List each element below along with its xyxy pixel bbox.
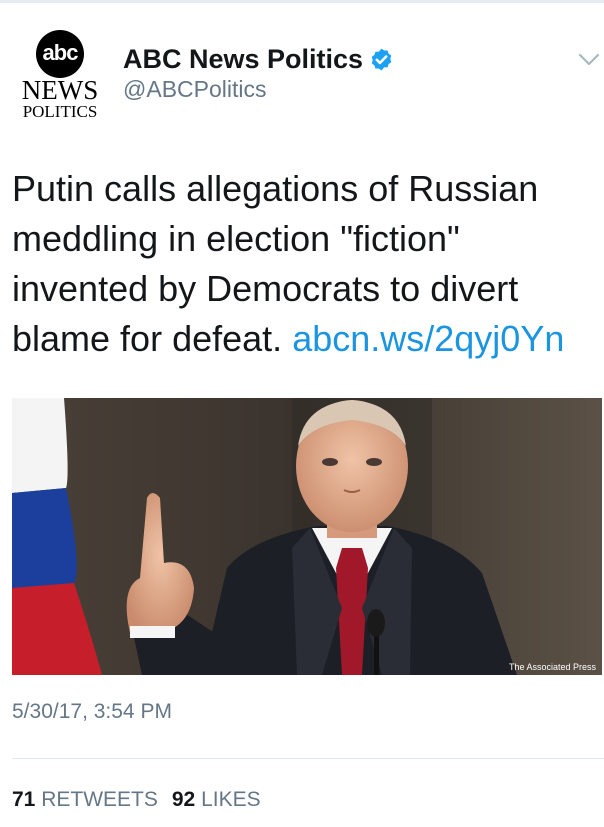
media-illustration	[12, 398, 602, 675]
verified-badge-icon	[371, 48, 392, 70]
tweet-link[interactable]: abcn.ws/2qyj0Yn	[292, 318, 564, 359]
abc-logo-icon: abc	[36, 30, 84, 78]
likes-stat[interactable]: 92 LIKES	[172, 788, 261, 811]
tweet-media-photo[interactable]: The Associated Press	[12, 398, 602, 675]
retweets-stat[interactable]: 71 RETWEETS	[12, 788, 158, 811]
retweets-label: RETWEETS	[41, 788, 158, 811]
avatar[interactable]: abc NEWS POLITICS	[12, 28, 108, 124]
likes-count: 92	[171, 788, 196, 811]
account-handle[interactable]: @ABCPolitics	[123, 76, 267, 103]
avatar-news-text: NEWS	[21, 75, 99, 105]
tweet-text: Putin calls allegations of Russian meddl…	[12, 164, 596, 364]
display-name[interactable]: ABC News Politics	[123, 44, 363, 75]
likes-label: LIKES	[201, 788, 261, 811]
retweets-count: 71	[12, 788, 36, 811]
account-name-row[interactable]: ABC News Politics	[123, 42, 394, 76]
tweet-stats: 71 RETWEETS 92 LIKES	[12, 788, 261, 812]
media-credit: The Associated Press	[508, 662, 596, 672]
top-divider	[0, 0, 604, 3]
chevron-down-icon[interactable]	[578, 52, 600, 68]
stats-divider	[12, 758, 604, 759]
tweet-timestamp[interactable]: 5/30/17, 3:54 PM	[12, 700, 172, 724]
avatar-politics-text: POLITICS	[22, 102, 98, 121]
